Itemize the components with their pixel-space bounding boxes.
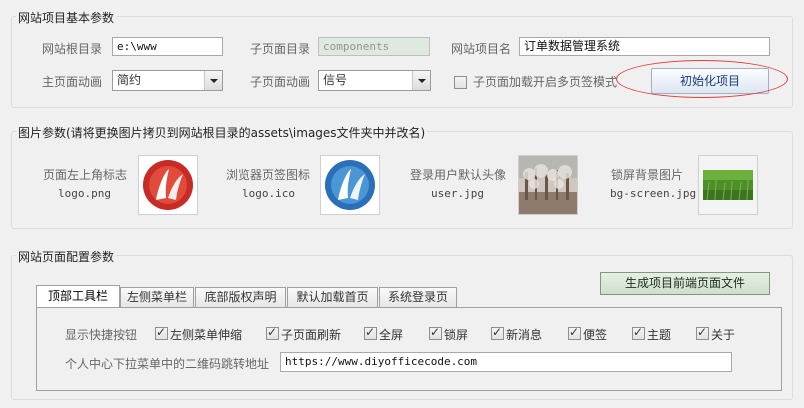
tab-default-home[interactable]: 默认加载首页 — [287, 287, 378, 307]
shortcut-checkbox[interactable] — [155, 325, 168, 340]
root-dir-label: 网站根目录 — [42, 42, 103, 56]
sub-anim-select[interactable]: 信号 — [318, 70, 431, 91]
shortcut-checkbox[interactable] — [632, 325, 645, 340]
shortcut-item-label: 全屏 — [379, 328, 404, 342]
favicon-image[interactable] — [320, 155, 380, 215]
main-anim-value: 简约 — [117, 73, 142, 87]
main-anim-label: 主页面动画 — [42, 75, 103, 89]
chevron-down-icon[interactable] — [412, 71, 430, 90]
tab-panel — [36, 307, 782, 391]
shortcut-item-label: 关于 — [711, 328, 736, 342]
image-item-file: logo.png — [58, 187, 111, 200]
multi-tab-checkbox[interactable] — [454, 76, 467, 89]
image-item-label: 登录用户默认头像 — [410, 168, 507, 182]
qr-url-input[interactable]: https://www.diyofficecode.com — [280, 352, 732, 372]
shortcut-checkbox[interactable] — [491, 325, 504, 340]
tab-top-toolbar[interactable]: 顶部工具栏 — [36, 285, 120, 307]
image-item-file: bg-screen.jpg — [610, 187, 697, 200]
tab-footer-copyright[interactable]: 底部版权声明 — [195, 287, 286, 307]
page-params-title: 网站页面配置参数 — [16, 248, 117, 265]
tab-strip: 顶部工具栏 左侧菜单栏 底部版权声明 默认加载首页 系统登录页 — [36, 285, 782, 309]
sub-anim-label: 子页面动画 — [250, 75, 311, 89]
tab-label: 左侧菜单栏 — [126, 290, 187, 304]
image-item-label: 页面左上角标志 — [43, 168, 128, 182]
sub-dir-input[interactable]: components — [318, 37, 430, 56]
sub-anim-value: 信号 — [323, 73, 348, 87]
image-item-label: 锁屏背景图片 — [611, 168, 684, 182]
project-name-label: 网站项目名 — [451, 42, 512, 56]
image-item-file: user.jpg — [431, 187, 484, 200]
project-name-input[interactable]: 订单数据管理系统 — [519, 37, 770, 56]
chevron-down-icon[interactable] — [204, 71, 222, 90]
sub-dir-label: 子页面目录 — [250, 42, 311, 56]
shortcut-checkbox[interactable] — [568, 325, 581, 340]
shortcut-checkbox[interactable] — [696, 325, 709, 340]
basic-params-title: 网站项目基本参数 — [16, 9, 117, 26]
shortcut-checkbox[interactable] — [364, 325, 377, 340]
tab-login-page[interactable]: 系统登录页 — [379, 287, 457, 307]
avatar-image[interactable] — [518, 155, 578, 215]
main-anim-select[interactable]: 简约 — [112, 70, 223, 91]
tab-label: 顶部工具栏 — [47, 289, 108, 303]
shortcut-item-label: 锁屏 — [444, 328, 469, 342]
tab-left-menu[interactable]: 左侧菜单栏 — [120, 287, 194, 307]
logo-image[interactable] — [138, 155, 198, 215]
shortcut-item-label: 便签 — [583, 328, 608, 342]
shortcut-item-label: 子页面刷新 — [281, 328, 342, 342]
image-item-file: logo.ico — [242, 187, 295, 200]
shortcut-item-label: 主题 — [647, 328, 672, 342]
shortcut-label: 显示快捷按钮 — [65, 328, 138, 342]
root-dir-input[interactable]: e:\www — [112, 37, 223, 56]
shortcut-checkbox[interactable] — [429, 325, 442, 340]
annotation-ellipse — [616, 60, 788, 98]
qr-url-label: 个人中心下拉菜单中的二维码跳转地址 — [65, 357, 270, 371]
tab-label: 底部版权声明 — [204, 290, 277, 304]
image-item-label: 浏览器页签图标 — [226, 168, 311, 182]
shortcut-item-label: 左侧菜单伸缩 — [170, 328, 243, 342]
multi-tab-label: 子页面加载开启多页签模式 — [473, 75, 618, 89]
shortcut-item-label: 新消息 — [506, 328, 543, 342]
lock-screen-image[interactable] — [698, 155, 758, 215]
tab-label: 默认加载首页 — [296, 290, 369, 304]
image-params-title: 图片参数(请将更换图片拷贝到网站根目录的assets\images文件夹中并改名… — [16, 124, 428, 141]
shortcut-checkbox[interactable] — [266, 325, 279, 340]
tab-label: 系统登录页 — [387, 290, 448, 304]
